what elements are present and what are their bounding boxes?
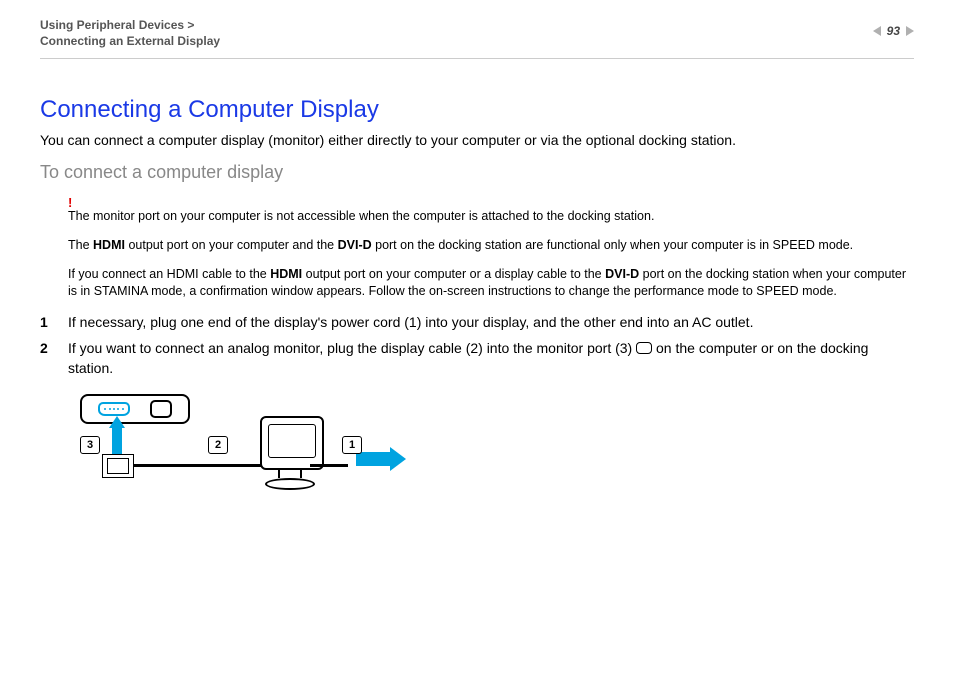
note-1: The monitor port on your computer is not… [68,208,914,225]
page-content: Connecting a Computer Display You can co… [40,96,914,504]
page-number: 93 [887,24,900,38]
monitor-icon [260,416,320,494]
callout-1: 1 [342,436,362,454]
rounded-port-icon [150,400,172,418]
prev-page-arrow-icon[interactable] [873,26,881,36]
vga-port-icon [98,402,130,416]
page-header: Using Peripheral Devices > Connecting an… [40,18,914,59]
notes-block: ! The monitor port on your computer is n… [68,195,914,300]
monitor-port-icon [636,342,652,354]
steps-list: If necessary, plug one end of the displa… [40,312,914,379]
breadcrumb-sub: Connecting an External Display [40,34,914,50]
callout-3: 3 [80,436,100,454]
connection-diagram: 3 2 1 [80,394,420,504]
page-title: Connecting a Computer Display [40,96,914,124]
note-2: The HDMI output port on your computer an… [68,237,914,254]
cable-segment-icon [134,464,266,467]
subheading: To connect a computer display [40,162,914,183]
callout-2: 2 [208,436,228,454]
next-page-arrow-icon[interactable] [906,26,914,36]
power-cable-icon [310,464,348,467]
vga-connector-icon [102,454,134,478]
power-arrow-icon [356,452,392,466]
breadcrumb-top: Using Peripheral Devices > [40,18,914,34]
step-1: If necessary, plug one end of the displa… [40,312,914,332]
note-3: If you connect an HDMI cable to the HDMI… [68,266,914,300]
step-2: If you want to connect an analog monitor… [40,338,914,379]
page-nav: 93 [873,24,914,38]
intro-text: You can connect a computer display (moni… [40,132,914,148]
docking-station-icon [80,394,190,424]
